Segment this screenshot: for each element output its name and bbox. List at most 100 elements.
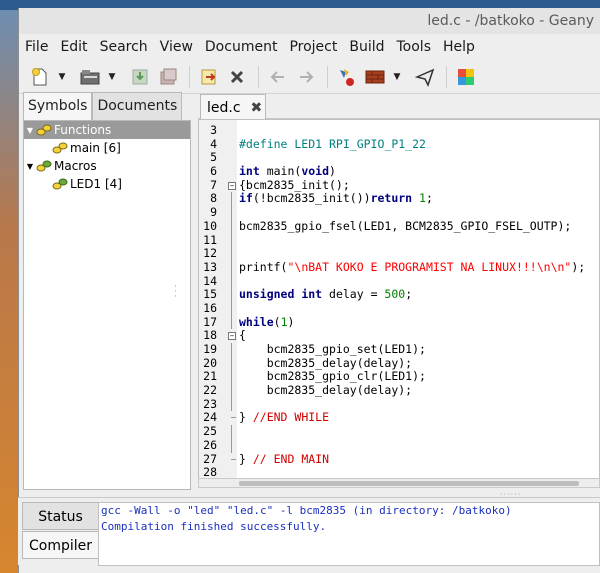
sidebar-resize-handle[interactable]: · · · (174, 283, 178, 302)
horizontal-scrollbar[interactable] (198, 478, 600, 488)
code-editor[interactable]: 3 4 #define LED1 RPI_GPIO_P1_22 5 6 int main(… (198, 119, 600, 479)
code-text: printf("\nBAT KOKO E PROGRAMIST NA LINUX… (239, 259, 586, 274)
tree-item-led1[interactable]: LED1 [4] (24, 175, 190, 193)
line-number: 4 (210, 136, 217, 151)
compile-button[interactable] (334, 64, 360, 90)
code-line[interactable]: 25 (203, 424, 599, 439)
close-tab-icon[interactable]: ✖ (251, 100, 263, 116)
fold-guide (231, 260, 232, 275)
compiler-message[interactable]: Compilation finished successfully. (101, 519, 599, 535)
fold-guide (231, 206, 232, 220)
code-line[interactable]: 18 −{ (203, 328, 599, 343)
code-line[interactable]: 15 unsigned int delay = 500; (203, 287, 599, 302)
menu-tools[interactable]: Tools (397, 39, 440, 55)
line-number: 13 (203, 259, 217, 274)
panel-resize-handle[interactable]: ······ (500, 490, 521, 499)
code-line[interactable]: 27} // END MAIN (203, 451, 599, 467)
code-line[interactable]: 10 bcm2835_gpio_fsel(LED1, BCM2835_GPIO_F… (203, 218, 599, 234)
code-line[interactable]: 26 (203, 438, 599, 453)
revert-icon (201, 69, 216, 84)
toolbar-separator (258, 65, 259, 88)
code-text: } //END WHILE (239, 410, 330, 425)
menu-file[interactable]: File (25, 39, 56, 55)
close-file-button[interactable] (224, 64, 250, 90)
fold-guide (231, 274, 232, 289)
toolbar: ▼ ▼ ▼ (19, 60, 600, 94)
open-file-dropdown[interactable]: ▼ (105, 64, 119, 90)
scrollbar-thumb[interactable] (239, 481, 579, 486)
menu-project[interactable]: Project (289, 39, 345, 55)
fold-guide (231, 288, 232, 302)
code-line[interactable]: 16 (203, 301, 599, 316)
code-line[interactable]: 3 (210, 123, 599, 138)
tab-documents[interactable]: Documents (92, 92, 183, 120)
menu-search[interactable]: Search (100, 39, 156, 55)
tab-led-c[interactable]: led.c ✖ (200, 94, 266, 120)
tab-status[interactable]: Status (22, 502, 98, 530)
menu-view[interactable]: View (160, 39, 201, 55)
menu-edit[interactable]: Edit (60, 39, 95, 55)
code-line[interactable]: 4 #define LED1 RPI_GPIO_P1_22 (210, 137, 599, 152)
line-number: 21 (203, 369, 217, 384)
forward-arrow-icon (300, 70, 314, 83)
compiler-output[interactable]: gcc -Wall -o "led" "led.c" -l bcm2835 (i… (98, 502, 600, 566)
new-file-button[interactable] (27, 64, 53, 90)
menu-build[interactable]: Build (349, 39, 392, 55)
code-line[interactable]: 14 (203, 274, 599, 289)
build-button[interactable] (362, 64, 388, 90)
expand-arrow-icon[interactable]: ▼ (24, 126, 36, 135)
line-number: 3 (210, 123, 217, 137)
tree-item-label: main [6] (70, 141, 121, 155)
fold-toggle-icon[interactable]: − (228, 181, 236, 190)
code-line[interactable]: 5 (210, 151, 599, 165)
code-text: bcm2835_delay(delay); (239, 383, 413, 398)
code-line[interactable]: 13 printf("\nBAT KOKO E PROGRAMIST NA LIN… (203, 259, 599, 275)
code-line[interactable]: 11 (203, 233, 599, 248)
new-file-dropdown[interactable]: ▼ (55, 64, 69, 90)
fold-guide (231, 425, 232, 439)
close-icon (230, 70, 244, 83)
code-text: bcm2835_gpio_fsel(LED1, BCM2835_GPIO_FSE… (239, 218, 572, 233)
code-line[interactable]: 17 while(1) (203, 315, 599, 330)
code-line[interactable]: 9 (210, 205, 599, 220)
code-line[interactable]: 8 if(!bcm2835_init())return 1; (210, 192, 599, 207)
fold-toggle-icon[interactable]: − (228, 332, 236, 341)
tree-item-main[interactable]: main [6] (24, 139, 190, 157)
code-line[interactable]: 23 (203, 397, 599, 412)
fold-guide (231, 438, 232, 453)
tab-compiler[interactable]: Compiler (22, 531, 98, 559)
save-all-button[interactable] (155, 64, 181, 90)
save-button[interactable] (127, 64, 153, 90)
menu-document[interactable]: Document (205, 39, 286, 55)
code-line[interactable]: 22 bcm2835_delay(delay); (203, 383, 599, 398)
compiler-message[interactable]: gcc -Wall -o "led" "led.c" -l bcm2835 (i… (101, 503, 599, 519)
code-line[interactable]: 12 (203, 246, 599, 261)
code-line[interactable]: 7 − {bcm2835_init(); (210, 178, 599, 193)
window-title: led.c - /batkoko - Geany (427, 13, 594, 29)
execute-button[interactable] (412, 64, 438, 90)
code-area[interactable]: 3 4 #define LED1 RPI_GPIO_P1_22 5 6 int main(… (203, 123, 599, 478)
open-file-button[interactable] (77, 64, 103, 90)
code-line[interactable]: 24} //END WHILE (203, 410, 599, 425)
menu-help[interactable]: Help (443, 39, 483, 55)
tab-label: led.c (207, 99, 241, 116)
color-chooser-button[interactable] (453, 64, 479, 90)
tree-item-functions[interactable]: ▼ Functions (24, 121, 190, 139)
code-line[interactable]: 6 int main(void) (210, 164, 599, 179)
build-dropdown[interactable]: ▼ (390, 64, 404, 90)
code-line[interactable]: 20 bcm2835_delay(delay); (203, 356, 599, 371)
navigate-back-button[interactable] (265, 64, 291, 90)
window-titlebar[interactable]: led.c - /batkoko - Geany (19, 8, 600, 34)
code-line[interactable]: 21 bcm2835_gpio_clr(LED1); (203, 370, 599, 385)
code-text: } // END MAIN (239, 451, 330, 466)
tree-item-macros[interactable]: ▼ Macros (24, 157, 190, 175)
navigate-forward-button[interactable] (293, 64, 319, 90)
line-number: 25 (203, 424, 217, 439)
tab-symbols[interactable]: Symbols (23, 92, 93, 120)
code-line[interactable]: 19 bcm2835_gpio_set(LED1); (203, 342, 599, 357)
line-number: 7 (210, 177, 217, 192)
expand-arrow-icon[interactable]: ▼ (24, 162, 36, 171)
revert-button[interactable] (196, 64, 222, 90)
fold-guide (231, 315, 232, 330)
fold-guide (231, 458, 236, 460)
